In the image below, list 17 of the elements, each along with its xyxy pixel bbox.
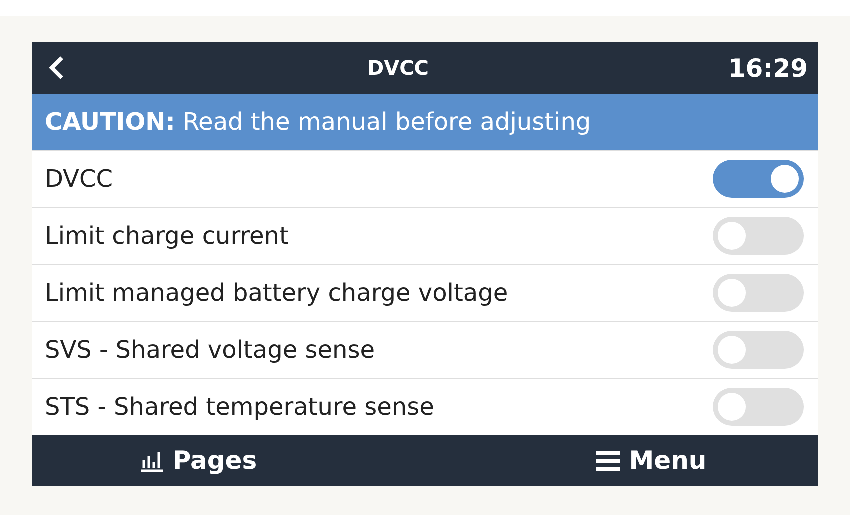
toggle-switch[interactable]: [713, 217, 804, 255]
setting-label: SVS - Shared voltage sense: [45, 336, 375, 364]
toggle-switch[interactable]: [713, 388, 804, 426]
menu-icon: [596, 450, 620, 472]
screen-title: DVCC: [367, 56, 429, 80]
setting-label: DVCC: [45, 165, 113, 193]
bar-chart-icon: [140, 450, 164, 472]
menu-button[interactable]: Menu: [485, 445, 818, 476]
toggle-switch[interactable]: [713, 274, 804, 312]
pages-button[interactable]: Pages: [32, 445, 365, 476]
setting-label: Limit managed battery charge voltage: [45, 279, 508, 307]
toggle-switch[interactable]: [713, 160, 804, 198]
setting-label: Limit charge current: [45, 222, 289, 250]
toggle-switch[interactable]: [713, 331, 804, 369]
setting-label: STS - Shared temperature sense: [45, 393, 434, 421]
clock: 16:29: [728, 54, 808, 82]
caution-text: CAUTION: Read the manual before adjusting: [45, 108, 592, 136]
